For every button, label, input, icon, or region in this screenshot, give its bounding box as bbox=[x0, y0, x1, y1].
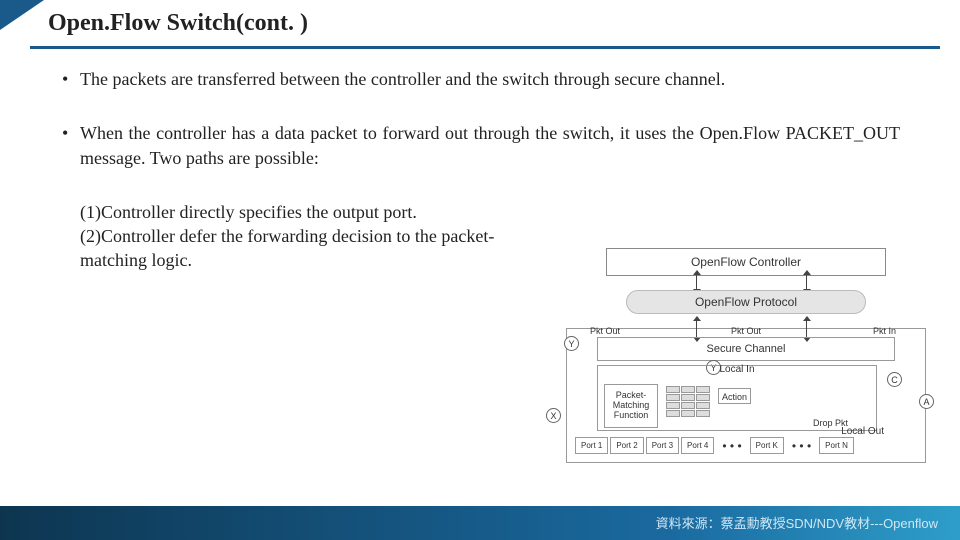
flow-table-icon bbox=[666, 386, 710, 417]
source-credit: 資料來源：蔡孟勳教授SDN/NDV教材---Openflow bbox=[656, 513, 938, 532]
pipeline-box: Local In Packet-Matching Function Action… bbox=[597, 365, 877, 431]
ellipsis-icon: • • • bbox=[786, 439, 817, 453]
action-box: Action bbox=[718, 388, 751, 404]
node-a-icon: A bbox=[919, 394, 934, 409]
pkt-out-label: Pkt Out bbox=[590, 326, 620, 336]
port-box: Port 3 bbox=[646, 437, 679, 454]
bullet-2-text: When the controller has a data packet to… bbox=[80, 121, 900, 170]
node-y-icon: Y bbox=[564, 336, 579, 351]
port-box: Port 2 bbox=[610, 437, 643, 454]
ports-row: Port 1 Port 2 Port 3 Port 4 • • • Port K… bbox=[575, 437, 917, 454]
port-box: Port 1 bbox=[575, 437, 608, 454]
arrow-v-icon bbox=[806, 274, 807, 290]
ellipsis-icon: • • • bbox=[716, 439, 747, 453]
slide-title: Open.Flow Switch(cont. ) bbox=[48, 10, 308, 36]
title-accent bbox=[0, 0, 44, 30]
local-out-label: Local Out bbox=[841, 426, 884, 437]
architecture-diagram: OpenFlow Controller OpenFlow Protocol Y … bbox=[566, 248, 926, 463]
arrow-v-icon bbox=[806, 320, 807, 338]
port-box: Port N bbox=[819, 437, 854, 454]
node-c-icon: C bbox=[887, 372, 902, 387]
packet-matching-box: Packet-Matching Function bbox=[604, 384, 658, 428]
switch-box: Pkt Out Pkt Out Pkt In Secure Channel Y … bbox=[566, 328, 926, 463]
slide-content: The packets are transferred between the … bbox=[0, 49, 960, 273]
arrow-v-icon bbox=[696, 274, 697, 290]
bullet-dot-icon bbox=[62, 121, 80, 170]
pkt-in-label: Pkt In bbox=[873, 326, 896, 336]
protocol-box: OpenFlow Protocol bbox=[626, 290, 866, 314]
secure-channel-box: Pkt Out Pkt Out Pkt In Secure Channel bbox=[597, 337, 895, 361]
path-1: (1)Controller directly specifies the out… bbox=[80, 200, 502, 224]
bullet-1: The packets are transferred between the … bbox=[62, 67, 900, 91]
bullet-1-text: The packets are transferred between the … bbox=[80, 67, 900, 91]
bullet-2: When the controller has a data packet to… bbox=[62, 121, 900, 170]
arrow-v-icon bbox=[696, 320, 697, 338]
pkt-out-label: Pkt Out bbox=[731, 326, 761, 336]
path-2: (2)Controller defer the forwarding decis… bbox=[80, 224, 502, 273]
port-box: Port K bbox=[750, 437, 784, 454]
node-x-icon: X bbox=[546, 408, 561, 423]
controller-box: OpenFlow Controller bbox=[606, 248, 886, 276]
local-in-label: Local In bbox=[719, 364, 754, 375]
port-box: Port 4 bbox=[681, 437, 714, 454]
bullet-dot-icon bbox=[62, 67, 80, 91]
paths-block: (1)Controller directly specifies the out… bbox=[62, 200, 502, 273]
secure-label: Secure Channel bbox=[707, 343, 786, 355]
